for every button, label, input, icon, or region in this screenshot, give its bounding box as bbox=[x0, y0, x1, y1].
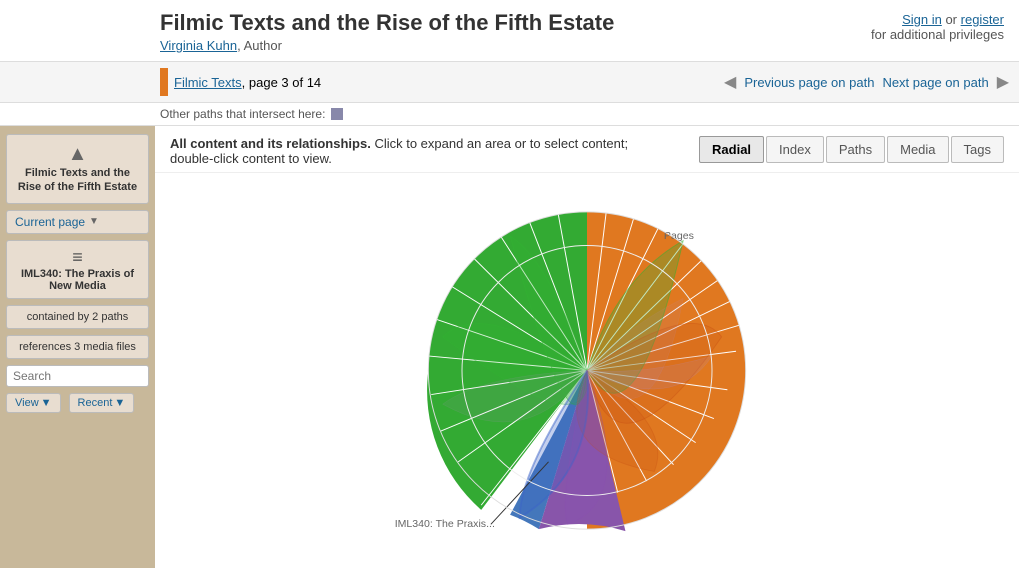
view-tabs: Radial Index Paths Media Tags bbox=[699, 136, 1004, 163]
tab-paths[interactable]: Paths bbox=[826, 136, 885, 163]
page-document-icon: ≡ bbox=[13, 247, 142, 268]
book-nav-button[interactable]: ▲ Filmic Texts and the Rise of the Fifth… bbox=[6, 134, 149, 204]
recent-dropdown-icon: ▼ bbox=[114, 397, 125, 409]
author-role: , Author bbox=[237, 38, 282, 53]
up-arrow-icon: ▲ bbox=[13, 143, 142, 166]
recent-button[interactable]: Recent ▼ bbox=[69, 393, 135, 413]
tab-tags[interactable]: Tags bbox=[951, 136, 1004, 163]
path-info: Filmic Texts, page 3 of 14 bbox=[160, 68, 716, 96]
other-path-dot[interactable] bbox=[331, 108, 343, 120]
register-link[interactable]: register bbox=[961, 12, 1004, 27]
path-color-indicator bbox=[160, 68, 168, 96]
contained-by-button[interactable]: contained by 2 paths bbox=[6, 305, 149, 329]
or-text: or bbox=[945, 12, 957, 27]
visualization-area[interactable]: IML340: The Praxis... Pages Paths bbox=[155, 173, 1019, 568]
view-recent-bar: View ▼ Recent ▼ bbox=[6, 393, 149, 413]
author-link[interactable]: Virginia Kuhn bbox=[160, 38, 237, 53]
main-layout: ▲ Filmic Texts and the Rise of the Fifth… bbox=[0, 126, 1019, 568]
chord-diagram: IML340: The Praxis... Pages Paths bbox=[165, 183, 1009, 558]
content-header: All content and its relationships. Click… bbox=[155, 126, 1019, 173]
current-page-button[interactable]: Current page ▼ bbox=[6, 210, 149, 234]
path-bar: Filmic Texts, page 3 of 14 ◀ Previous pa… bbox=[0, 62, 1019, 103]
recent-label: Recent bbox=[78, 397, 113, 409]
page-item-title: IML340: The Praxis of New Media bbox=[21, 268, 134, 292]
auth-links: Sign in or register for additional privi… bbox=[871, 12, 1004, 42]
sidebar: ▲ Filmic Texts and the Rise of the Fifth… bbox=[0, 126, 155, 568]
prev-arrow-icon: ◀ bbox=[724, 72, 736, 92]
tab-media[interactable]: Media bbox=[887, 136, 948, 163]
prev-page-link[interactable]: Previous page on path bbox=[744, 75, 874, 90]
contained-by-label: contained by 2 paths bbox=[27, 311, 129, 323]
chord-label-text: IML340: The Praxis... bbox=[395, 518, 495, 530]
current-page-label: Current page bbox=[15, 215, 85, 229]
references-button[interactable]: references 3 media files bbox=[6, 335, 149, 359]
page-header: Filmic Texts and the Rise of the Fifth E… bbox=[0, 0, 1019, 62]
view-label: View bbox=[15, 397, 39, 409]
view-dropdown-icon: ▼ bbox=[41, 397, 52, 409]
next-arrow-icon: ▶ bbox=[997, 72, 1009, 92]
tab-radial[interactable]: Radial bbox=[699, 136, 764, 163]
content-description: All content and its relationships. Click… bbox=[170, 136, 670, 166]
page-item[interactable]: ≡ IML340: The Praxis of New Media bbox=[6, 240, 149, 299]
content-area: All content and its relationships. Click… bbox=[155, 126, 1019, 568]
other-paths-bar: Other paths that intersect here: bbox=[0, 103, 1019, 126]
path-navigation: ◀ Previous page on path Next page on pat… bbox=[724, 72, 1009, 92]
dropdown-arrow-icon: ▼ bbox=[89, 216, 99, 227]
page-info: , page 3 of 14 bbox=[242, 75, 322, 90]
next-page-link[interactable]: Next page on path bbox=[882, 75, 988, 90]
sidebar-book-title: Filmic Texts and the Rise of the Fifth E… bbox=[18, 167, 137, 193]
sign-in-link[interactable]: Sign in bbox=[902, 12, 942, 27]
view-button[interactable]: View ▼ bbox=[6, 393, 61, 413]
desc-bold: All content and its relationships. bbox=[170, 136, 371, 151]
additional-text: for additional privileges bbox=[871, 27, 1004, 42]
other-paths-label: Other paths that intersect here: bbox=[160, 107, 325, 121]
path-text: Filmic Texts, page 3 of 14 bbox=[174, 75, 321, 90]
tab-index[interactable]: Index bbox=[766, 136, 824, 163]
search-input[interactable] bbox=[6, 365, 149, 387]
path-link[interactable]: Filmic Texts bbox=[174, 75, 242, 90]
pages-label: Pages bbox=[664, 230, 694, 242]
references-label: references 3 media files bbox=[19, 341, 136, 353]
